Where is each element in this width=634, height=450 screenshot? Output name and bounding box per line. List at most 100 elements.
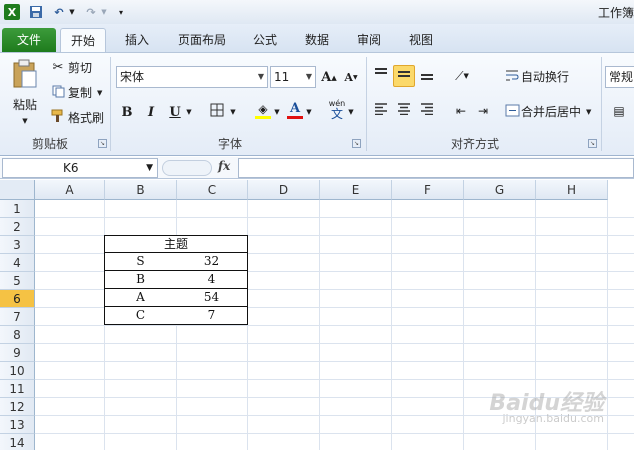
- align-bottom-button[interactable]: [416, 65, 438, 87]
- formula-bar-toggle[interactable]: [162, 160, 212, 176]
- column-header-h[interactable]: H: [536, 180, 608, 200]
- formula-input[interactable]: [238, 158, 634, 178]
- font-launcher-icon[interactable]: ↘: [352, 139, 361, 148]
- table-label-cell[interactable]: S: [104, 253, 177, 271]
- tab-file[interactable]: 文件: [2, 28, 56, 52]
- font-name-select[interactable]: 宋体 ▼: [116, 66, 268, 88]
- row-header-8[interactable]: 8: [0, 326, 35, 344]
- align-center-button[interactable]: [393, 100, 415, 122]
- accounting-format-button[interactable]: ▤: [608, 100, 630, 122]
- customize-icon[interactable]: ▾: [116, 4, 126, 20]
- paste-icon: [12, 59, 38, 92]
- wrap-text-button[interactable]: 自动换行: [503, 68, 569, 85]
- table-label-cell[interactable]: B: [104, 271, 177, 289]
- align-top-button[interactable]: [370, 65, 392, 87]
- row-header-11[interactable]: 11: [0, 380, 35, 398]
- grow-font-button[interactable]: A ▲: [318, 66, 340, 88]
- align-right-button[interactable]: [416, 100, 438, 122]
- phonetic-dropdown[interactable]: ▼: [346, 101, 356, 123]
- shrink-font-icon: A: [344, 70, 353, 84]
- decrease-indent-button[interactable]: ⇤: [450, 100, 472, 122]
- orientation-icon: ⟋: [455, 68, 464, 83]
- bold-button[interactable]: B: [116, 101, 138, 123]
- redo-icon[interactable]: ↷: [82, 4, 100, 20]
- underline-icon: U: [169, 104, 181, 120]
- tab-insert[interactable]: 插入: [116, 28, 158, 52]
- row-header-5[interactable]: 5: [0, 272, 35, 290]
- tab-home[interactable]: 开始: [60, 28, 106, 52]
- row-header-1[interactable]: 1: [0, 200, 35, 218]
- tab-formulas[interactable]: 公式: [246, 28, 284, 52]
- copy-button[interactable]: 复制 ▼: [50, 84, 102, 101]
- fill-color-dropdown[interactable]: ▼: [272, 101, 282, 123]
- table-header-cell[interactable]: 主题: [104, 235, 248, 253]
- save-icon[interactable]: [28, 4, 44, 20]
- column-header-e[interactable]: E: [320, 180, 392, 200]
- underline-dropdown[interactable]: ▼: [184, 101, 194, 123]
- align-left-button[interactable]: [370, 100, 392, 122]
- gridline-horizontal: [35, 325, 634, 326]
- italic-button[interactable]: I: [140, 101, 162, 123]
- column-header-f[interactable]: F: [392, 180, 464, 200]
- orientation-button[interactable]: ⟋ ▼: [448, 65, 476, 87]
- tab-page-layout[interactable]: 页面布局: [170, 28, 234, 52]
- tab-view[interactable]: 视图: [402, 28, 440, 52]
- row-header-4[interactable]: 4: [0, 254, 35, 272]
- increase-indent-icon: ⇥: [477, 104, 489, 118]
- column-header-b[interactable]: B: [105, 180, 177, 200]
- column-header-d[interactable]: D: [248, 180, 320, 200]
- table-label-cell[interactable]: A: [104, 289, 177, 307]
- paste-button[interactable]: 粘贴 ▼: [8, 57, 42, 127]
- format-painter-label: 格式刷: [68, 111, 105, 125]
- increase-indent-button[interactable]: ⇥: [472, 100, 494, 122]
- phonetic-button[interactable]: wén 文: [326, 99, 348, 121]
- font-color-dropdown[interactable]: ▼: [304, 101, 314, 123]
- tab-data[interactable]: 数据: [298, 28, 336, 52]
- select-all-corner[interactable]: [0, 180, 35, 200]
- excel-logo-icon[interactable]: X: [4, 4, 20, 20]
- underline-button[interactable]: U: [164, 101, 186, 123]
- copy-dropdown-icon: ▼: [97, 88, 103, 97]
- table-value-cell[interactable]: 4: [176, 271, 248, 289]
- column-header-c[interactable]: C: [177, 180, 248, 200]
- row-header-10[interactable]: 10: [0, 362, 35, 380]
- name-box[interactable]: K6 ▼: [2, 158, 158, 178]
- fill-color-button[interactable]: ◈: [252, 99, 274, 121]
- cut-button[interactable]: ✂ 剪切: [50, 59, 92, 76]
- column-header-a[interactable]: A: [35, 180, 105, 200]
- row-header-7[interactable]: 7: [0, 308, 35, 326]
- table-value-cell[interactable]: 7: [176, 307, 248, 325]
- currency-icon: ▤: [613, 104, 625, 118]
- format-painter-button[interactable]: 格式刷: [50, 109, 104, 126]
- merge-center-button[interactable]: 合并后居中 ▼: [503, 103, 591, 120]
- insert-function-icon[interactable]: fx: [218, 159, 230, 173]
- row-header-9[interactable]: 9: [0, 344, 35, 362]
- number-format-value: 常规: [609, 70, 634, 84]
- table-value-cell[interactable]: 54: [176, 289, 248, 307]
- borders-dropdown[interactable]: ▼: [228, 101, 238, 123]
- undo-icon[interactable]: ↶: [50, 4, 68, 20]
- borders-button[interactable]: [206, 101, 228, 123]
- number-format-select[interactable]: 常规: [605, 66, 634, 88]
- row-header-6[interactable]: 6: [0, 290, 35, 308]
- row-header-13[interactable]: 13: [0, 416, 35, 434]
- row-header-12[interactable]: 12: [0, 398, 35, 416]
- column-header-g[interactable]: G: [464, 180, 536, 200]
- font-size-select[interactable]: 11 ▼: [270, 66, 316, 88]
- table-value-cell[interactable]: 32: [176, 253, 248, 271]
- undo-dropdown-icon[interactable]: ▼: [68, 4, 76, 20]
- alignment-launcher-icon[interactable]: ↘: [588, 139, 597, 148]
- gridline-vertical: [319, 200, 320, 450]
- shrink-font-button[interactable]: A ▼: [340, 66, 362, 88]
- font-color-button[interactable]: A: [284, 99, 306, 121]
- redo-dropdown-icon[interactable]: ▼: [100, 4, 108, 20]
- font-color-swatch: [287, 116, 303, 119]
- row-header-14[interactable]: 14: [0, 434, 35, 450]
- tab-review[interactable]: 审阅: [350, 28, 388, 52]
- row-header-3[interactable]: 3: [0, 236, 35, 254]
- align-middle-button[interactable]: [393, 65, 415, 87]
- clipboard-launcher-icon[interactable]: ↘: [98, 139, 107, 148]
- align-left-icon: [374, 103, 388, 119]
- row-header-2[interactable]: 2: [0, 218, 35, 236]
- table-label-cell[interactable]: C: [104, 307, 177, 325]
